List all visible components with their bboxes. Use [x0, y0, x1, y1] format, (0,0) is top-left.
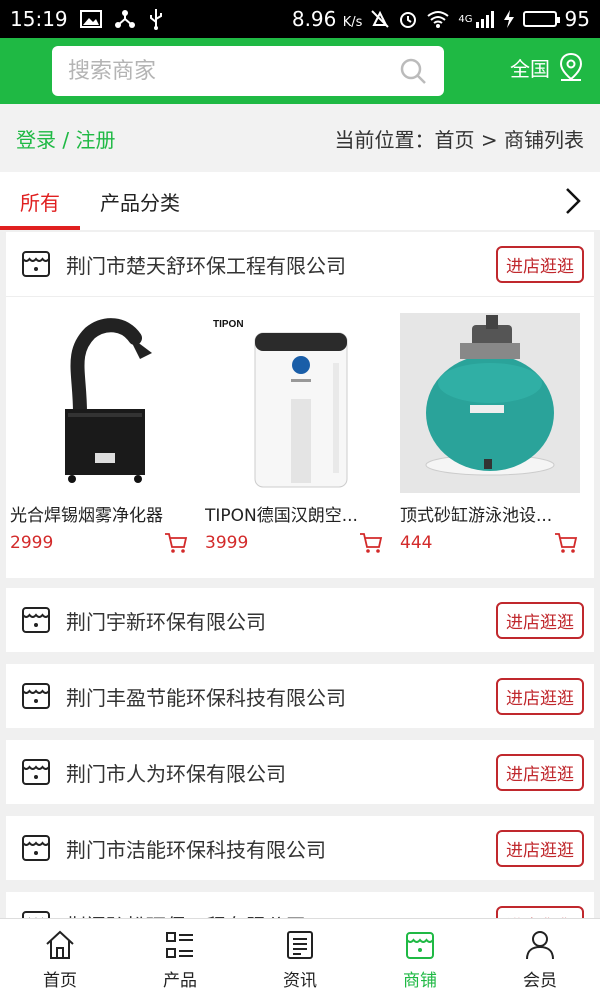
- brand-logo-text: TIPON: [213, 319, 244, 330]
- tab-bar: 所有 产品分类: [0, 172, 600, 230]
- shop-row: 荆门宇新环保有限公司 进店逛逛: [6, 588, 594, 652]
- network-speed-unit: K/s: [342, 15, 363, 30]
- status-time: 15:19: [10, 7, 68, 31]
- nav-products-label: 产品: [163, 971, 197, 991]
- mute-icon: [370, 9, 390, 29]
- product-item[interactable]: 顶式砂缸游泳池设... 444: [400, 313, 593, 554]
- charging-icon: [503, 9, 515, 29]
- product-name: 顶式砂缸游泳池设...: [400, 506, 553, 526]
- shop-list: 荆门市楚天舒环保工程有限公司 进店逛逛 光合焊锡烟雾净化器 2999 TIPON…: [0, 232, 600, 918]
- shop-row: 荆门丰盈节能环保科技有限公司 进店逛逛: [6, 664, 594, 728]
- tab-product-category-label: 产品分类: [100, 190, 180, 215]
- product-price: 2999: [10, 533, 54, 553]
- product-image-sand-filter-tank[interactable]: [400, 313, 580, 493]
- location-pin-icon: [559, 52, 583, 81]
- product-price: 444: [400, 533, 433, 553]
- home-icon: [46, 930, 74, 959]
- search-input[interactable]: [68, 58, 398, 84]
- shop-icon: [22, 911, 50, 918]
- shop-icon: [22, 835, 50, 861]
- region-selector[interactable]: 全国: [510, 52, 584, 82]
- shop-icon: [22, 251, 50, 277]
- nav-shops[interactable]: 商铺: [360, 919, 480, 1000]
- alarm-icon: [398, 9, 418, 29]
- product-image-air-purifier[interactable]: TIPON: [205, 313, 385, 493]
- product-name: TIPON德国汉朗空...: [205, 506, 358, 526]
- shop-card: 荆门丰盈节能环保科技有限公司 进店逛逛: [6, 664, 594, 728]
- shop-icon: [406, 932, 434, 959]
- visit-shop-button[interactable]: 进店逛逛: [496, 601, 584, 639]
- product-image-fume-extractor[interactable]: [10, 313, 190, 493]
- shop-name[interactable]: 荆门宇新环保有限公司: [66, 606, 266, 635]
- shop-name[interactable]: 荆门市楚天舒环保工程有限公司: [66, 250, 346, 279]
- shop-icon: [22, 607, 50, 633]
- nav-home-label: 首页: [43, 971, 77, 991]
- shop-name[interactable]: 荆门市洁能环保科技有限公司: [66, 834, 326, 863]
- tab-all[interactable]: 所有: [0, 172, 80, 230]
- shop-icon: [22, 683, 50, 709]
- battery-icon: [522, 11, 560, 27]
- status-bar: 15:19 8.96 K/s 4G 95: [0, 0, 600, 38]
- search-icon[interactable]: [398, 56, 428, 86]
- nav-news[interactable]: 资讯: [240, 919, 360, 1000]
- cart-icon[interactable]: [359, 532, 383, 554]
- product-price: 3999: [205, 533, 249, 553]
- usb-icon: [148, 8, 164, 30]
- product-item[interactable]: TIPON TIPON德国汉朗空... 3999: [205, 313, 398, 554]
- shop-card: 荆门市楚天舒环保工程有限公司 进店逛逛 光合焊锡烟雾净化器 2999 TIPON…: [6, 232, 594, 578]
- shop-name[interactable]: 荆门市人为环保有限公司: [66, 758, 286, 787]
- visit-shop-button[interactable]: 进店逛逛: [496, 677, 584, 715]
- product-item[interactable]: 光合焊锡烟雾净化器 2999: [10, 313, 203, 554]
- nav-home[interactable]: 首页: [0, 919, 120, 1000]
- region-label: 全国: [510, 56, 550, 81]
- fume-extractor-image: [65, 318, 152, 483]
- cart-icon[interactable]: [554, 532, 578, 554]
- visit-shop-button[interactable]: 进店逛逛: [496, 829, 584, 867]
- member-icon: [526, 931, 554, 960]
- network-type: 4G: [458, 13, 473, 25]
- air-purifier-image: TIPON: [213, 319, 348, 488]
- share-icon: [114, 9, 136, 29]
- visit-shop-button[interactable]: 进店逛逛: [496, 753, 584, 791]
- product-grid: 光合焊锡烟雾净化器 2999 TIPON TIPON德国汉朗空... 3999 …: [6, 296, 594, 554]
- battery-level: 95: [564, 7, 590, 31]
- shop-card: 荆门宇新环保有限公司 进店逛逛: [6, 588, 594, 652]
- shop-icon: [22, 759, 50, 785]
- nav-shops-label: 商铺: [403, 971, 437, 991]
- gallery-icon: [79, 10, 102, 28]
- shop-row: 荆门市洁能环保科技有限公司 进店逛逛: [6, 816, 594, 880]
- product-name: 光合焊锡烟雾净化器: [10, 506, 163, 526]
- tab-product-category[interactable]: 产品分类: [80, 172, 200, 230]
- shop-name[interactable]: 荆门丰盈节能环保科技有限公司: [66, 682, 346, 711]
- login-register-link[interactable]: 登录 / 注册: [16, 124, 115, 153]
- sand-filter-tank-image: [400, 313, 580, 493]
- nav-member[interactable]: 会员: [480, 919, 600, 1000]
- app-header: 全国: [0, 38, 600, 104]
- visit-shop-button[interactable]: 进店逛逛: [496, 905, 584, 918]
- nav-news-label: 资讯: [283, 971, 317, 991]
- search-box[interactable]: [52, 46, 444, 96]
- cart-icon[interactable]: [164, 532, 188, 554]
- shop-name[interactable]: 荆门弘松环保工程有限公司: [66, 910, 306, 919]
- shop-row: 荆门市人为环保有限公司 进店逛逛: [6, 740, 594, 804]
- tab-all-label: 所有: [20, 190, 60, 215]
- bottom-nav: 首页 产品 资讯 商铺 会员: [0, 918, 600, 1000]
- shop-card: 荆门市人为环保有限公司 进店逛逛: [6, 740, 594, 804]
- product-list-icon: [166, 932, 193, 958]
- visit-shop-button[interactable]: 进店逛逛: [496, 245, 584, 283]
- network-speed: 8.96 K/s: [292, 7, 363, 31]
- breadcrumb: 当前位置：首页 > 商铺列表: [334, 127, 584, 152]
- wifi-icon: [426, 10, 450, 28]
- nav-member-label: 会员: [523, 971, 557, 991]
- nav-products[interactable]: 产品: [120, 919, 240, 1000]
- news-icon: [287, 931, 313, 959]
- breadcrumb-bar: 登录 / 注册 当前位置：首页 > 商铺列表: [0, 104, 600, 172]
- chevron-right-icon[interactable]: [558, 186, 588, 216]
- shop-card: 荆门市洁能环保科技有限公司 进店逛逛: [6, 816, 594, 880]
- shop-row: 荆门市楚天舒环保工程有限公司 进店逛逛: [6, 232, 594, 296]
- network-speed-value: 8.96: [291, 7, 337, 31]
- shop-row: 荆门弘松环保工程有限公司 进店逛逛: [6, 892, 594, 918]
- signal-icon: 4G: [458, 10, 494, 28]
- shop-card: 荆门弘松环保工程有限公司 进店逛逛: [6, 892, 594, 918]
